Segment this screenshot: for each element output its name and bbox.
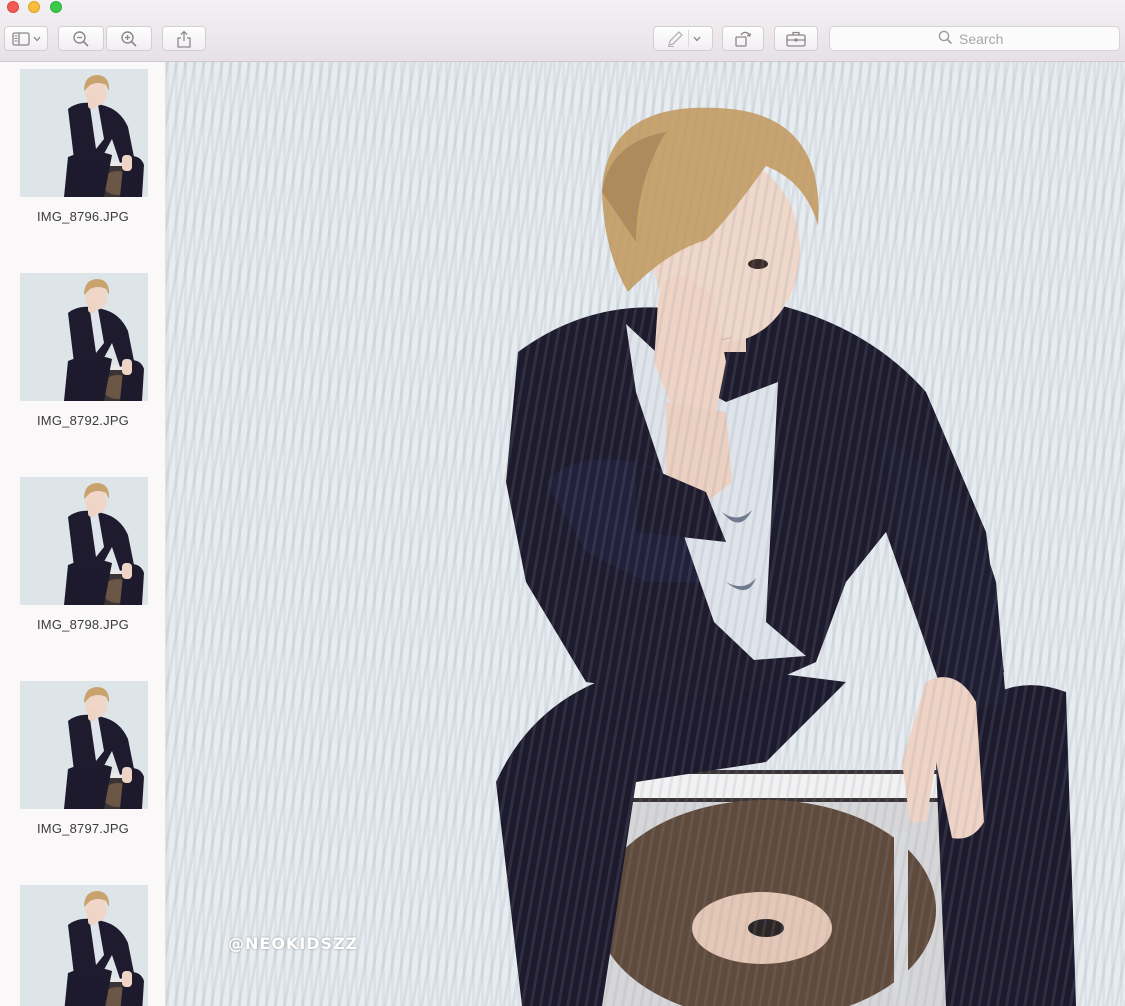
share-button[interactable] [162, 26, 206, 51]
close-window-button[interactable] [7, 1, 19, 13]
rotate-button[interactable] [722, 26, 764, 51]
thumbnail-label: IMG_8796.JPG [37, 209, 129, 224]
sidebar-icon [11, 31, 30, 46]
toolbox-icon [785, 30, 807, 48]
sidebar-thumbnail-item[interactable] [0, 885, 165, 1006]
photo-image [496, 107, 1076, 1006]
sidebar-thumbnail-item[interactable]: IMG_8796.JPG [0, 69, 165, 239]
thumbnail-label: IMG_8792.JPG [37, 413, 129, 428]
window-toolbar [0, 0, 1125, 62]
thumbnail-image[interactable] [20, 885, 148, 1006]
pen-icon [666, 30, 684, 48]
share-icon [176, 30, 192, 48]
thumbnail-image[interactable] [20, 69, 148, 197]
zoom-window-button[interactable] [50, 1, 62, 13]
chevron-down-icon [693, 36, 701, 42]
sidebar-toggle-button[interactable] [4, 26, 48, 51]
thumbnail-image[interactable] [20, 477, 148, 605]
thumbnail-image[interactable] [20, 681, 148, 809]
image-viewer[interactable] [166, 62, 1125, 1006]
sidebar-thumbnail-item[interactable]: IMG_8792.JPG [0, 273, 165, 443]
rotate-icon [733, 30, 753, 48]
zoom-in-icon [120, 30, 138, 48]
segment-divider [687, 30, 689, 47]
search-icon [938, 30, 953, 48]
watermark-text: @NEOKIDSZZ [228, 934, 359, 953]
search-input[interactable] [959, 30, 1011, 47]
zoom-out-icon [72, 30, 90, 48]
thumbnail-sidebar[interactable]: IMG_8796.JPG IMG_8792.JPG IMG_8798.JPG I… [0, 62, 166, 1006]
thumbnail-image[interactable] [20, 273, 148, 401]
search-field[interactable] [829, 26, 1120, 51]
sidebar-thumbnail-item[interactable]: IMG_8798.JPG [0, 477, 165, 647]
zoom-in-button[interactable] [106, 26, 152, 51]
zoom-out-button[interactable] [58, 26, 104, 51]
minimize-window-button[interactable] [28, 1, 40, 13]
thumbnail-label: IMG_8798.JPG [37, 617, 129, 632]
sidebar-thumbnail-item[interactable]: IMG_8797.JPG [0, 681, 165, 851]
markup-button[interactable] [653, 26, 713, 51]
chevron-down-icon [33, 36, 41, 42]
toolbox-button[interactable] [774, 26, 818, 51]
thumbnail-label: IMG_8797.JPG [37, 821, 129, 836]
